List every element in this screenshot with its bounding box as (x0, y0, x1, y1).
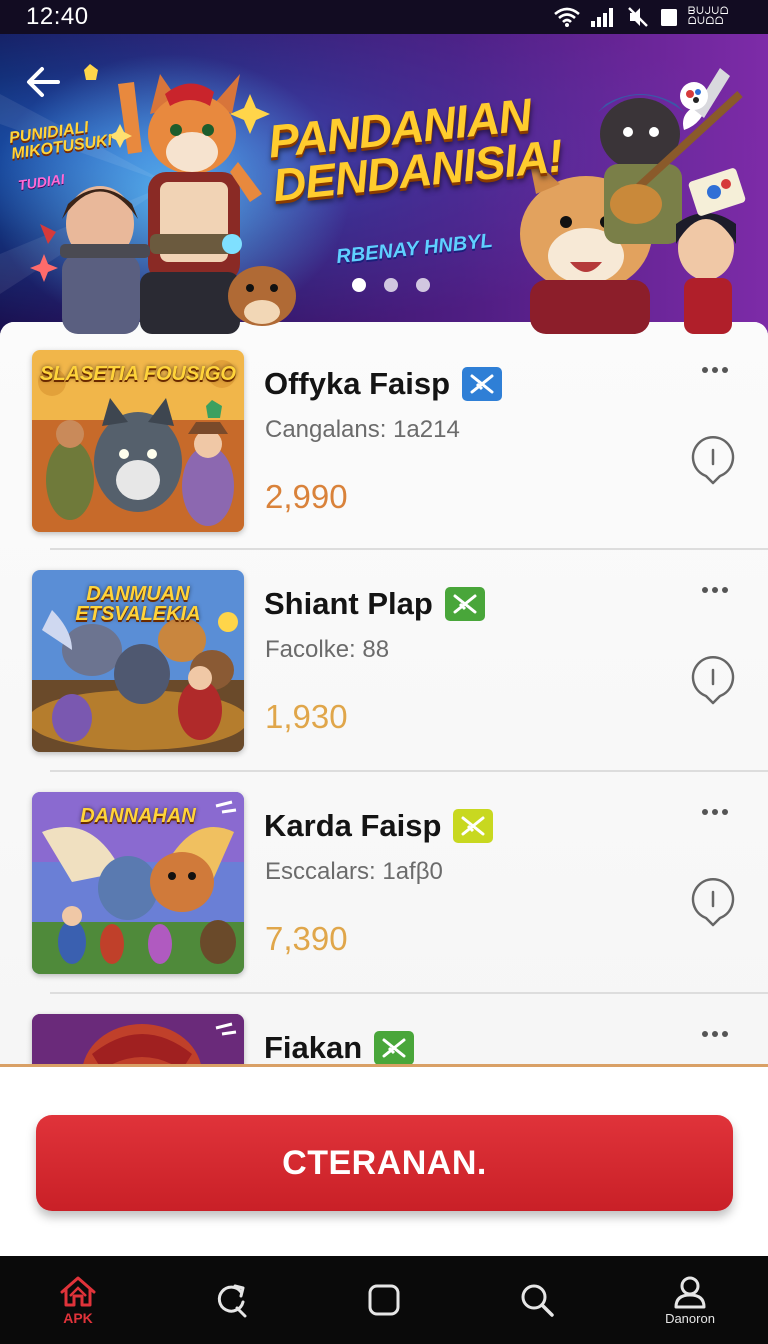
info-button[interactable] (690, 436, 736, 491)
info-button[interactable] (690, 878, 736, 933)
item-name-text: Offyka Faisp (264, 366, 451, 401)
nav-item-refresh[interactable] (191, 1256, 271, 1344)
thumb-title: DANNAHAN (80, 805, 196, 827)
list-item[interactable]: DANMUAN ETSVALEKIA Shiant Plap Facolke: … (0, 542, 768, 772)
mute-icon (628, 7, 648, 27)
crossed-swords-icon (470, 374, 494, 394)
item-name-text: Karda Faisp (264, 808, 442, 843)
item-thumbnail[interactable]: DANNAHAN (32, 792, 244, 974)
info-pin-icon (691, 656, 735, 705)
item-title: Karda Faisp (264, 808, 494, 844)
item-thumbnail[interactable]: DANMUAN ETSVALEKIA (32, 570, 244, 752)
dot-icon (712, 587, 718, 593)
item-name-text: Shiant Plap (264, 586, 433, 621)
item-price: 1,930 (265, 698, 348, 735)
cta-area: CTERANAN. (0, 1067, 768, 1256)
nav-item-search[interactable] (497, 1256, 577, 1344)
status-indicator-text: ᗷᑌᒍᑌᗝ ᗝᑌᗝᗝ (688, 6, 730, 27)
carousel-dot-1[interactable] (352, 278, 366, 292)
dot-icon (712, 367, 718, 373)
primary-action-button[interactable]: CTERANAN. (36, 1115, 733, 1211)
battery-icon (661, 9, 677, 26)
item-title: Shiant Plap (264, 586, 485, 622)
refresh-icon (217, 1284, 247, 1318)
bottom-navigation: APK Danoron (0, 1256, 768, 1344)
dot-icon (702, 1031, 708, 1037)
list-item[interactable]: DANNAHAN Karda Faisp Esccalars: 1afβ0 7,… (0, 764, 768, 994)
verified-badge (453, 809, 494, 843)
crossed-swords-icon (382, 1038, 406, 1058)
dot-icon (702, 587, 708, 593)
square-icon (368, 1284, 400, 1316)
list-item[interactable]: SLASETIA FOUSIGO Offyka Faisp Cangalans:… (0, 322, 768, 550)
hero-banner[interactable]: PUNIDIALI MIKOTUSUKI TUDIAI PANDANIAN DE… (0, 34, 768, 334)
item-title: Fiakan (264, 1030, 415, 1064)
dot-icon (702, 809, 708, 815)
nav-label: APK (63, 1310, 93, 1326)
hero-corner-button[interactable] (680, 66, 732, 141)
verified-badge (374, 1031, 415, 1064)
search-icon (521, 1284, 554, 1317)
content-sheet: SLASETIA FOUSIGO Offyka Faisp Cangalans:… (0, 322, 768, 1256)
nav-label: Danoron (665, 1310, 715, 1326)
more-options-button[interactable] (698, 580, 732, 600)
item-thumbnail[interactable]: SLASETIA FOUSIGO (32, 350, 244, 532)
item-meta: Cangalans: 1a214 (265, 416, 460, 443)
more-options-button[interactable] (698, 802, 732, 822)
nav-item-home-square[interactable] (344, 1256, 424, 1344)
thumb-title: DANMUAN ETSVALEKIA (75, 583, 201, 625)
info-button[interactable] (690, 656, 736, 711)
item-meta: Facolke: 88 (265, 636, 390, 663)
thumb-title: SLASETIA FOUSIGO (40, 363, 236, 385)
info-pin-icon (691, 878, 735, 927)
item-meta: Esccalars: 1afβ0 (265, 858, 443, 885)
status-bar: 12:40 ᗷᑌᒍᑌᗝ ᗝᑌᗝᗝ (0, 0, 768, 34)
brush-icon (680, 68, 730, 130)
dot-icon (722, 367, 728, 373)
wifi-icon (554, 7, 580, 27)
nav-item-apk[interactable]: APK (38, 1256, 118, 1344)
more-options-button[interactable] (698, 1024, 732, 1044)
item-thumbnail[interactable] (32, 1014, 244, 1064)
dot-icon (722, 587, 728, 593)
verified-badge (444, 587, 485, 621)
nav-item-profile[interactable]: Danoron (650, 1256, 730, 1344)
verified-badge (462, 367, 503, 401)
carousel-dot-2[interactable] (384, 278, 398, 292)
status-icons: ᗷᑌᒍᑌᗝ ᗝᑌᗝᗝ (554, 6, 742, 28)
back-button[interactable] (22, 60, 66, 104)
dot-icon (702, 367, 708, 373)
list-item[interactable]: Fiakan (0, 986, 768, 1064)
item-price: 2,990 (265, 478, 348, 515)
info-pin-icon (691, 436, 735, 485)
dot-icon (722, 1031, 728, 1037)
profile-icon (674, 1276, 706, 1308)
dot-icon (712, 1031, 718, 1037)
more-options-button[interactable] (698, 360, 732, 380)
item-price: 7,390 (265, 920, 348, 957)
carousel-dot-3[interactable] (416, 278, 430, 292)
status-time: 12:40 (26, 3, 89, 30)
dot-icon (712, 809, 718, 815)
item-title: Offyka Faisp (264, 366, 503, 402)
signal-icon (591, 8, 613, 27)
game-list[interactable]: SLASETIA FOUSIGO Offyka Faisp Cangalans:… (0, 322, 768, 1064)
crossed-swords-icon (461, 816, 485, 836)
item-name-text: Fiakan (264, 1030, 363, 1064)
carousel-indicator[interactable] (352, 278, 430, 292)
back-arrow-icon (27, 67, 60, 97)
home-icon (60, 1276, 96, 1307)
dot-icon (722, 809, 728, 815)
crossed-swords-icon (453, 594, 477, 614)
